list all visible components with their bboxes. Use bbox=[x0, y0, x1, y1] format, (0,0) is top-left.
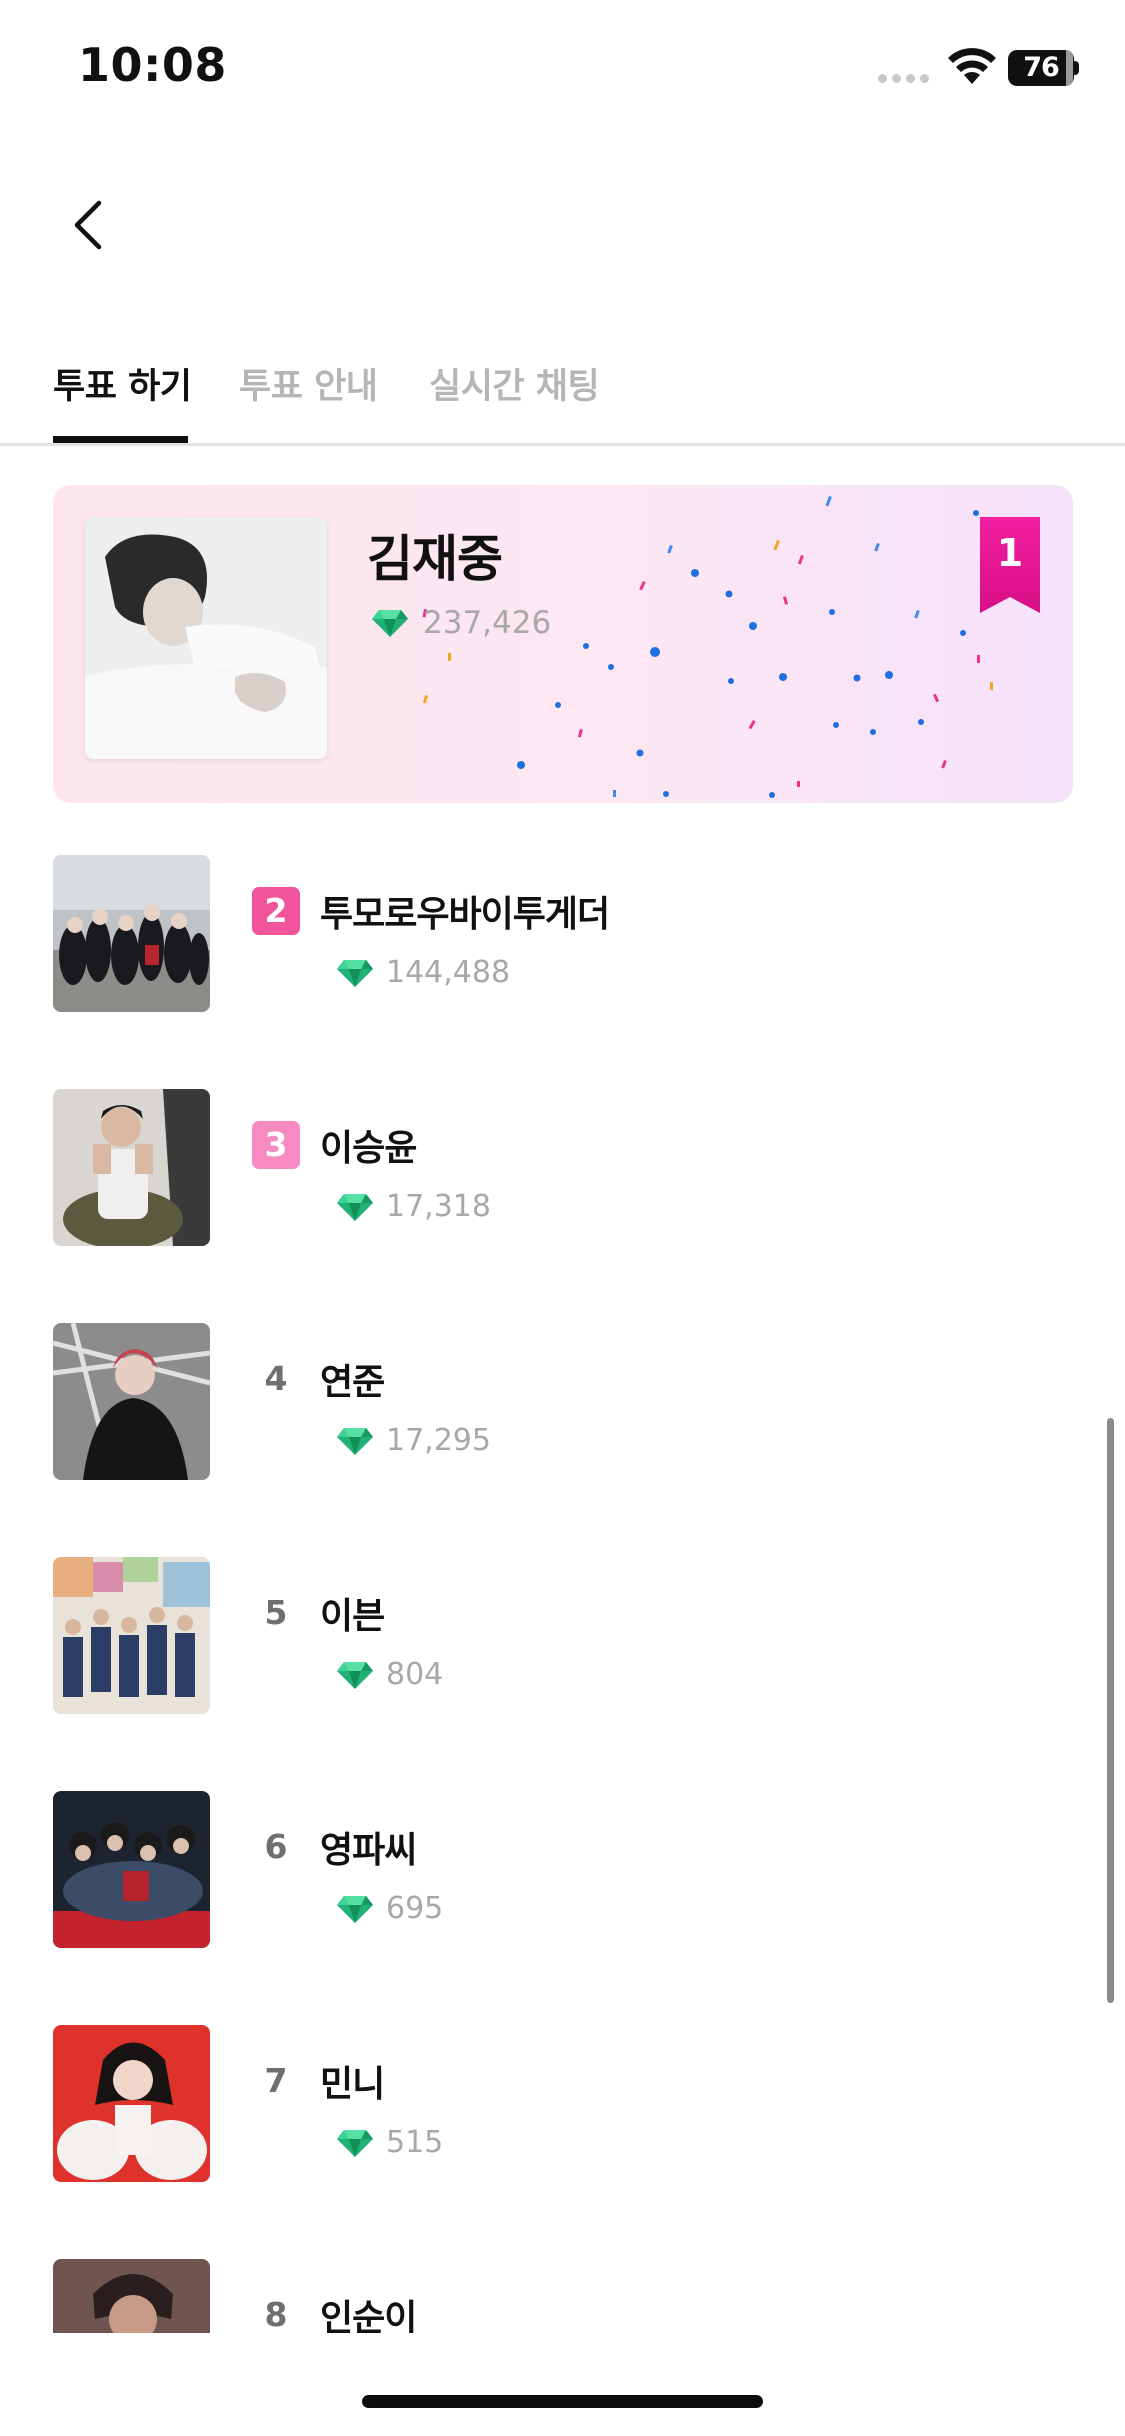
vote-count-row: 17,318 bbox=[336, 1189, 491, 1224]
vote-count-row: 17,295 bbox=[336, 1423, 491, 1458]
artist-name: 이븐 bbox=[320, 1596, 385, 1637]
list-item[interactable]: 7 민니 515 bbox=[0, 2025, 1125, 2185]
rank-badge: 3 bbox=[252, 1121, 300, 1169]
first-place-name: 김재중 bbox=[367, 530, 503, 588]
tab-live-chat[interactable]: 실시간 채팅 bbox=[429, 358, 600, 409]
back-button[interactable] bbox=[60, 192, 116, 258]
tab-vote[interactable]: 투표 하기 bbox=[53, 358, 192, 409]
artist-thumbnail bbox=[53, 2025, 210, 2182]
chevron-left-icon bbox=[74, 200, 102, 250]
vote-count: 695 bbox=[386, 1891, 444, 1926]
artist-name: 영파씨 bbox=[320, 1830, 417, 1871]
bottom-safe-area bbox=[0, 2333, 1125, 2436]
battery-icon: 76 bbox=[1008, 50, 1074, 86]
rank-number: 5 bbox=[264, 1593, 288, 1632]
vote-count: 515 bbox=[386, 2125, 444, 2160]
artist-thumbnail bbox=[53, 855, 210, 1012]
home-indicator[interactable] bbox=[362, 2395, 763, 2408]
cellular-signal-icon bbox=[878, 74, 934, 84]
rank-number: 7 bbox=[264, 2061, 288, 2100]
vote-count-row: 515 bbox=[336, 2125, 443, 2160]
list-item[interactable]: 3 이승윤 17,318 bbox=[0, 1089, 1125, 1249]
artist-photo bbox=[85, 517, 327, 759]
tab-vote-guide[interactable]: 투표 안내 bbox=[239, 358, 378, 409]
status-bar: 10:08 76 bbox=[0, 0, 1125, 140]
status-time: 10:08 bbox=[78, 38, 227, 92]
list-item[interactable]: 5 이븐 804 bbox=[0, 1557, 1125, 1717]
wifi-icon bbox=[948, 48, 996, 84]
rank-number: 4 bbox=[264, 1359, 288, 1398]
list-item[interactable]: 2 투모로우바이투게더 144,488 bbox=[0, 855, 1125, 1015]
gem-icon bbox=[337, 1895, 373, 1923]
vote-count-row: 804 bbox=[336, 1657, 443, 1692]
artist-name: 투모로우바이투게더 bbox=[320, 894, 610, 935]
first-place-card[interactable]: 김재중 237,426 1 bbox=[53, 485, 1073, 803]
first-place-votes: 237,426 bbox=[371, 605, 551, 641]
active-tab-indicator bbox=[53, 436, 188, 443]
artist-name: 연준 bbox=[320, 1362, 385, 1403]
first-place-rank: 1 bbox=[996, 531, 1024, 575]
gem-icon bbox=[372, 610, 408, 637]
vote-count: 144,488 bbox=[386, 955, 511, 990]
list-item[interactable]: 6 영파씨 695 bbox=[0, 1791, 1125, 1951]
artist-name: 이승윤 bbox=[320, 1128, 417, 1169]
vote-count: 237,426 bbox=[423, 605, 552, 641]
vote-count-row: 144,488 bbox=[336, 955, 510, 990]
gem-icon bbox=[337, 2129, 373, 2157]
artist-thumbnail bbox=[53, 1791, 210, 1948]
rank-number: 8 bbox=[264, 2295, 288, 2334]
gem-icon bbox=[337, 959, 373, 987]
list-item[interactable]: 4 연준 17,295 bbox=[0, 1323, 1125, 1483]
gem-icon bbox=[337, 1193, 373, 1221]
scrollbar[interactable] bbox=[1107, 1418, 1114, 2003]
gem-icon bbox=[337, 1427, 373, 1455]
rank-number: 6 bbox=[264, 1827, 288, 1866]
vote-count: 17,295 bbox=[386, 1423, 491, 1458]
artist-thumbnail bbox=[53, 1557, 210, 1714]
vote-count: 804 bbox=[386, 1657, 444, 1692]
vote-count-row: 695 bbox=[336, 1891, 443, 1926]
artist-thumbnail bbox=[53, 1089, 210, 1246]
ribbon-icon: 1 bbox=[980, 517, 1040, 613]
artist-thumbnail bbox=[53, 1323, 210, 1480]
tab-bar: 투표 하기 투표 안내 실시간 채팅 bbox=[0, 340, 1125, 446]
artist-name: 민니 bbox=[320, 2064, 385, 2105]
gem-icon bbox=[337, 1661, 373, 1689]
battery-cap bbox=[1066, 50, 1079, 86]
rank-badge: 2 bbox=[252, 887, 300, 935]
vote-count: 17,318 bbox=[386, 1189, 491, 1224]
